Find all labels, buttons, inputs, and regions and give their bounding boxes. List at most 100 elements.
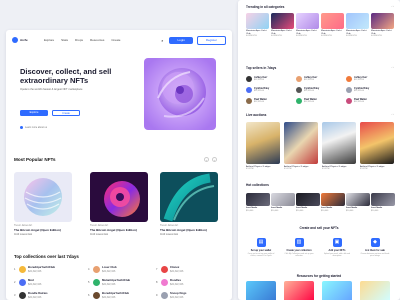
learn-more-link[interactable]: Learn more about us <box>20 126 47 129</box>
seller-item[interactable]: Ashley Kerr $32,329.00 <box>246 76 267 82</box>
auction-card[interactable]: Artificial Physics #Ledger 0.5 ETH <box>246 122 280 170</box>
auction-price: 0.5 ETH <box>360 168 368 171</box>
collection-item[interactable]: 9 Snoop Dogs $22,322,326 <box>156 291 226 299</box>
seller-info: Cynthia Riley $32,329.00 <box>254 87 269 93</box>
seller-value: $32,329.00 <box>304 79 315 82</box>
avatar <box>161 292 168 299</box>
seller-item[interactable]: Paul Walter $32,329.00 <box>346 98 367 104</box>
collection-value: $22,322,326 <box>28 282 42 286</box>
nft-image <box>271 13 294 29</box>
auction-card[interactable]: Artificial Physics #Ledger 0.5 ETH <box>360 122 394 170</box>
trending-price: 0.0324 ETH <box>246 35 257 38</box>
nav-stats[interactable]: Stats <box>61 38 68 42</box>
hot-collection-card[interactable]: Lost Souls $10,000 <box>271 193 295 212</box>
step-title: List them for sale <box>365 249 385 252</box>
explore-button[interactable]: Explore <box>20 110 48 116</box>
trending-card[interactable]: Mountain Apes Yacht Club 0.0324 ETH <box>321 13 344 37</box>
auction-price: 0.5 ETH <box>246 168 254 171</box>
avatar <box>161 266 168 273</box>
nft-name: The Bitcoin Angel (Open Edition) <box>14 228 61 232</box>
more-icon[interactable]: ‹ › <box>392 66 394 69</box>
create-step: ▤ Set up your wallet Once you've set up yo… <box>246 238 276 258</box>
seller-item[interactable]: Cynthia Riley $32,329.00 <box>346 87 369 93</box>
learn-more-label: Learn more about us <box>25 126 48 130</box>
collection-item[interactable]: 1 BoredApeYachtClub $22,322,326 <box>14 265 84 273</box>
avatar <box>346 98 352 104</box>
login-button[interactable]: Login <box>169 36 193 44</box>
create-step: ▥ Create your collection Click My Collecti… <box>284 238 314 258</box>
step-desc: Upload your work, add a title and descri… <box>323 253 351 258</box>
resource-card[interactable] <box>246 281 276 300</box>
seller-item[interactable]: Paul Walter $32,329.00 <box>246 98 267 104</box>
collection-item[interactable]: 5 MutantApeYachtClub $22,322,326 <box>88 278 158 286</box>
trending-card[interactable]: Mountain Apes Yacht Club 0.0324 ETH <box>296 13 319 37</box>
seller-info: Cynthia Riley $32,329.00 <box>354 87 369 93</box>
trending-card[interactable]: Mountain Apes Yacht Club 0.0324 ETH <box>271 13 294 37</box>
nft-image <box>14 172 72 222</box>
seller-item[interactable]: Ashley Kerr $32,329.00 <box>346 76 367 82</box>
logo-icon[interactable] <box>12 37 18 43</box>
trending-price: 0.0324 ETH <box>296 35 307 38</box>
nft-image <box>346 13 369 29</box>
auction-card[interactable]: Artificial Physics #Ledger 0.5 ETH <box>284 122 318 170</box>
nft-image <box>321 193 345 206</box>
nft-image <box>346 193 370 206</box>
nft-card[interactable]: Trevor James Art The Bitcoin Angel (Open… <box>90 172 148 236</box>
hot-price: $10,000 <box>271 209 279 212</box>
resource-card[interactable] <box>322 281 352 300</box>
collection-item[interactable]: 8 Doodles $22,322,326 <box>156 278 226 286</box>
chevron-right-icon[interactable]: › <box>212 157 217 162</box>
nav-links: Explore Stats Drops Resources Create <box>44 38 120 42</box>
seller-item[interactable]: Cynthia Riley $32,329.00 <box>246 87 269 93</box>
hot-collection-card[interactable]: Lost Souls $10,000 <box>296 193 320 212</box>
collection-info: Doodle Dairies $22,322,326 <box>28 291 48 299</box>
trending-card[interactable]: Mountain Apes Yacht Club 0.0324 ETH <box>246 13 269 37</box>
collection-value: $22,322,326 <box>28 295 42 299</box>
search-icon[interactable]: ⌕ <box>161 38 163 43</box>
nav-explore[interactable]: Explore <box>44 38 54 42</box>
collection-item[interactable]: 2 Mod $22,322,326 <box>14 278 84 286</box>
nav-create[interactable]: Create <box>111 38 120 42</box>
nft-card[interactable]: Trevor James Art The Bitcoin Angel (Open… <box>160 172 218 236</box>
resource-card[interactable] <box>284 281 314 300</box>
register-button[interactable]: Register <box>196 35 226 45</box>
nft-card[interactable]: Trevor James Art The Bitcoin Angel (Open… <box>14 172 72 236</box>
trending-card[interactable]: Mountain Apes Yacht Club 0.0324 ETH <box>371 13 394 37</box>
top-nav: Arcfe Explore Stats Drops Resources Crea… <box>12 35 226 45</box>
collection-item[interactable]: 7 Clonex $22,322,326 <box>156 265 226 273</box>
seller-info: Paul Walter $32,329.00 <box>354 98 367 104</box>
collection-item[interactable]: 4 Loser Club $22,322,326 <box>88 265 158 273</box>
resource-card[interactable] <box>360 281 390 300</box>
trending-card[interactable]: Mountain Apes Yacht Club 0.0324 ETH <box>346 13 369 37</box>
nav-drops[interactable]: Drops <box>75 38 83 42</box>
resources-title: Resources for getting started <box>296 274 342 278</box>
collections-title: Top collections over last 7days <box>14 254 79 259</box>
more-icon[interactable]: ‹ › <box>392 5 394 8</box>
nav-resources[interactable]: Resources <box>90 38 104 42</box>
more-icon[interactable]: ‹ › <box>392 113 394 116</box>
seller-item[interactable]: Paul Walter $32,329.00 <box>296 98 317 104</box>
seller-item[interactable]: Ashley Kerr $32,329.00 <box>296 76 317 82</box>
logo-text[interactable]: Arcfe <box>20 38 34 42</box>
auction-card[interactable]: Artificial Physics #Ledger 0.5 ETH <box>322 122 356 170</box>
hot-collection-card[interactable]: Lost Souls $10,000 <box>346 193 370 212</box>
hot-collection-card[interactable]: Lost Souls $10,000 <box>371 193 395 212</box>
hot-collection-card[interactable]: Lost Souls $10,000 <box>321 193 345 212</box>
nft-creator: Trevor James Art <box>90 224 109 227</box>
avatar <box>296 87 302 93</box>
seller-info: Ashley Kerr $32,329.00 <box>254 76 267 82</box>
hot-collection-card[interactable]: Lost Souls $10,000 <box>246 193 270 212</box>
seller-item[interactable]: Cynthia Riley $32,329.00 <box>296 87 319 93</box>
nft-image <box>246 193 270 206</box>
avatar <box>246 98 252 104</box>
create-button[interactable]: Create <box>52 110 80 116</box>
step-title: Add your NFTs <box>328 249 346 252</box>
seller-value: $32,329.00 <box>354 101 365 104</box>
collection-value: $22,322,326 <box>170 269 184 273</box>
hot-price: $10,000 <box>371 209 379 212</box>
chevron-left-icon[interactable]: ‹ <box>204 157 209 162</box>
collection-item[interactable]: 6 BoredApeYachtClub $22,322,326 <box>88 291 158 299</box>
collection-item[interactable]: 3 Doodle Dairies $22,322,326 <box>14 291 84 299</box>
avatar <box>93 292 100 299</box>
avatar <box>246 87 252 93</box>
